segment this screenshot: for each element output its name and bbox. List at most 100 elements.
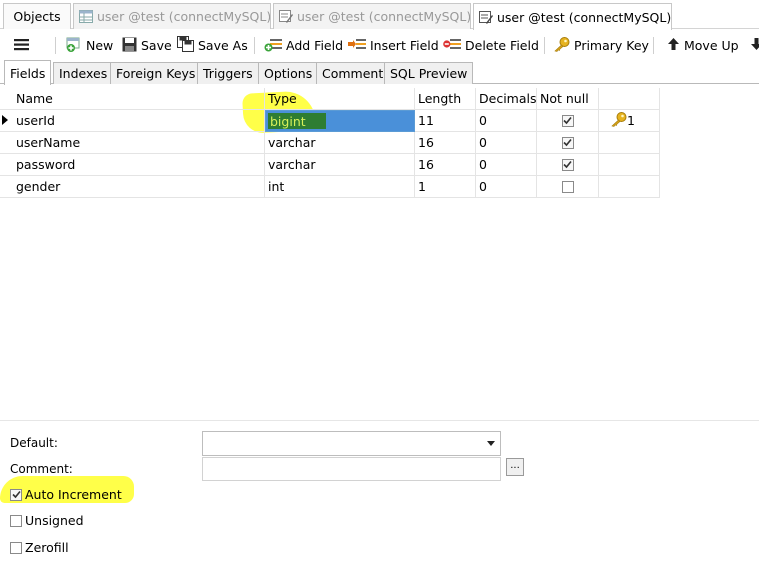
tab-triggers[interactable]: Triggers bbox=[197, 62, 259, 84]
field-decimals-cell[interactable]: 0 bbox=[476, 132, 537, 154]
zerofill-option[interactable]: Zerofill bbox=[10, 540, 69, 555]
tab-foreign-keys[interactable]: Foreign Keys bbox=[110, 62, 202, 84]
default-select[interactable] bbox=[202, 431, 501, 456]
tab-table-data[interactable]: user @test (connectMySQL)... bbox=[73, 3, 271, 29]
toolbar-divider bbox=[544, 37, 545, 54]
tab-fields-label: Fields bbox=[10, 65, 46, 81]
save-as-button[interactable]: Save As bbox=[177, 35, 248, 56]
field-decimals-cell[interactable]: 0 bbox=[476, 176, 537, 198]
field-name-cell[interactable]: password bbox=[13, 154, 265, 176]
key-icon bbox=[554, 36, 574, 55]
toolbar-divider bbox=[254, 37, 255, 54]
not-null-cell bbox=[537, 110, 599, 132]
field-name-cell[interactable]: gender bbox=[13, 176, 265, 198]
save-as-label: Save As bbox=[198, 38, 248, 53]
field-type-cell[interactable]: varchar bbox=[265, 154, 415, 176]
zerofill-checkbox[interactable] bbox=[10, 541, 22, 554]
tab-triggers-label: Triggers bbox=[203, 66, 253, 81]
header-key bbox=[599, 88, 660, 110]
auto-increment-label: Auto Increment bbox=[25, 487, 122, 502]
insert-field-icon bbox=[348, 37, 370, 55]
current-row-arrow-icon bbox=[2, 113, 8, 128]
design-table-icon bbox=[479, 10, 493, 24]
auto-increment-checkbox[interactable] bbox=[10, 488, 22, 501]
header-decimals[interactable]: Decimals bbox=[476, 88, 537, 110]
tab-comment[interactable]: Comment bbox=[316, 62, 390, 84]
not-null-cell bbox=[537, 154, 599, 176]
key-cell bbox=[599, 154, 660, 176]
add-field-icon bbox=[264, 37, 286, 55]
table-row[interactable]: password varchar 16 0 bbox=[0, 154, 660, 176]
field-length-cell[interactable]: 1 bbox=[415, 176, 476, 198]
field-decimals-cell[interactable]: 0 bbox=[476, 110, 537, 132]
tab-indexes[interactable]: Indexes bbox=[53, 62, 114, 84]
tab-objects[interactable]: Objects bbox=[3, 3, 71, 29]
not-null-checkbox[interactable] bbox=[561, 180, 574, 193]
delete-field-label: Delete Field bbox=[465, 38, 539, 53]
header-not-null[interactable]: Not null bbox=[537, 88, 599, 110]
hamburger-icon bbox=[14, 38, 33, 54]
comment-edit-button[interactable]: ... bbox=[506, 458, 524, 476]
unsigned-label: Unsigned bbox=[25, 513, 84, 528]
tab-table-design-2[interactable]: user @test (connectMySQL)... bbox=[273, 3, 471, 29]
comment-label: Comment: bbox=[10, 462, 73, 476]
header-indicator bbox=[0, 88, 13, 110]
field-properties-panel: Default: Comment: ... Auto Increment Uns… bbox=[0, 420, 759, 586]
new-label: New bbox=[86, 38, 114, 53]
field-length-cell[interactable]: 11 bbox=[415, 110, 476, 132]
field-type-selected-text: bigint bbox=[268, 113, 326, 129]
table-row[interactable]: userId bigint 11 0 1 bbox=[0, 110, 660, 132]
primary-key-button[interactable]: Primary Key bbox=[554, 35, 649, 56]
move-down-button[interactable] bbox=[750, 35, 759, 56]
tab-objects-label: Objects bbox=[13, 9, 61, 24]
delete-field-button[interactable]: Delete Field bbox=[443, 35, 539, 56]
header-type[interactable]: Type bbox=[265, 88, 415, 110]
tab-comment-label: Comment bbox=[322, 66, 384, 81]
field-type-cell[interactable]: int bbox=[265, 176, 415, 198]
insert-field-label: Insert Field bbox=[370, 38, 439, 53]
insert-field-button[interactable]: Insert Field bbox=[348, 35, 439, 56]
table-row[interactable]: gender int 1 0 bbox=[0, 176, 660, 198]
save-button[interactable]: Save bbox=[122, 35, 172, 56]
not-null-checkbox[interactable] bbox=[561, 136, 574, 149]
auto-increment-option[interactable]: Auto Increment bbox=[10, 487, 122, 502]
field-type-cell[interactable]: varchar bbox=[265, 132, 415, 154]
arrow-down-icon bbox=[750, 37, 759, 54]
tab-table-design-active[interactable]: user @test (connectMySQL)... bbox=[473, 3, 672, 30]
tab-fields[interactable]: Fields bbox=[4, 60, 52, 85]
header-length[interactable]: Length bbox=[415, 88, 476, 110]
field-type-editor[interactable]: bigint bbox=[265, 110, 415, 132]
add-field-button[interactable]: Add Field bbox=[264, 35, 343, 56]
field-length-cell[interactable]: 16 bbox=[415, 132, 476, 154]
unsigned-option[interactable]: Unsigned bbox=[10, 513, 84, 528]
save-label: Save bbox=[141, 38, 172, 53]
not-null-checkbox[interactable] bbox=[561, 114, 574, 127]
grid-header: Name Type Length Decimals Not null bbox=[0, 88, 660, 110]
tab-indexes-label: Indexes bbox=[59, 66, 108, 81]
not-null-cell bbox=[537, 176, 599, 198]
tab-sql-preview[interactable]: SQL Preview bbox=[384, 62, 474, 84]
new-button[interactable]: New bbox=[66, 35, 113, 56]
field-name-cell[interactable]: userId bbox=[13, 110, 265, 132]
header-name[interactable]: Name bbox=[13, 88, 265, 110]
toolbar-divider bbox=[55, 37, 56, 54]
tab-options[interactable]: Options bbox=[258, 62, 319, 84]
chevron-down-icon bbox=[487, 441, 495, 446]
unsigned-checkbox[interactable] bbox=[10, 514, 22, 527]
toolbar-divider bbox=[653, 37, 654, 54]
designer-tab-bar: Fields Indexes Foreign Keys Triggers Opt… bbox=[0, 60, 759, 85]
row-indicator bbox=[0, 176, 13, 198]
comment-field[interactable] bbox=[202, 457, 501, 481]
row-indicator bbox=[0, 110, 13, 132]
default-label: Default: bbox=[10, 436, 58, 450]
field-name-cell[interactable]: userName bbox=[13, 132, 265, 154]
tab-options-label: Options bbox=[264, 66, 313, 81]
table-row[interactable]: userName varchar 16 0 bbox=[0, 132, 660, 154]
row-indicator bbox=[0, 154, 13, 176]
not-null-checkbox[interactable] bbox=[561, 158, 574, 171]
field-length-cell[interactable]: 16 bbox=[415, 154, 476, 176]
move-up-button[interactable]: Move Up bbox=[667, 35, 739, 56]
save-icon bbox=[122, 37, 141, 55]
field-decimals-cell[interactable]: 0 bbox=[476, 154, 537, 176]
menu-button[interactable] bbox=[14, 35, 33, 56]
